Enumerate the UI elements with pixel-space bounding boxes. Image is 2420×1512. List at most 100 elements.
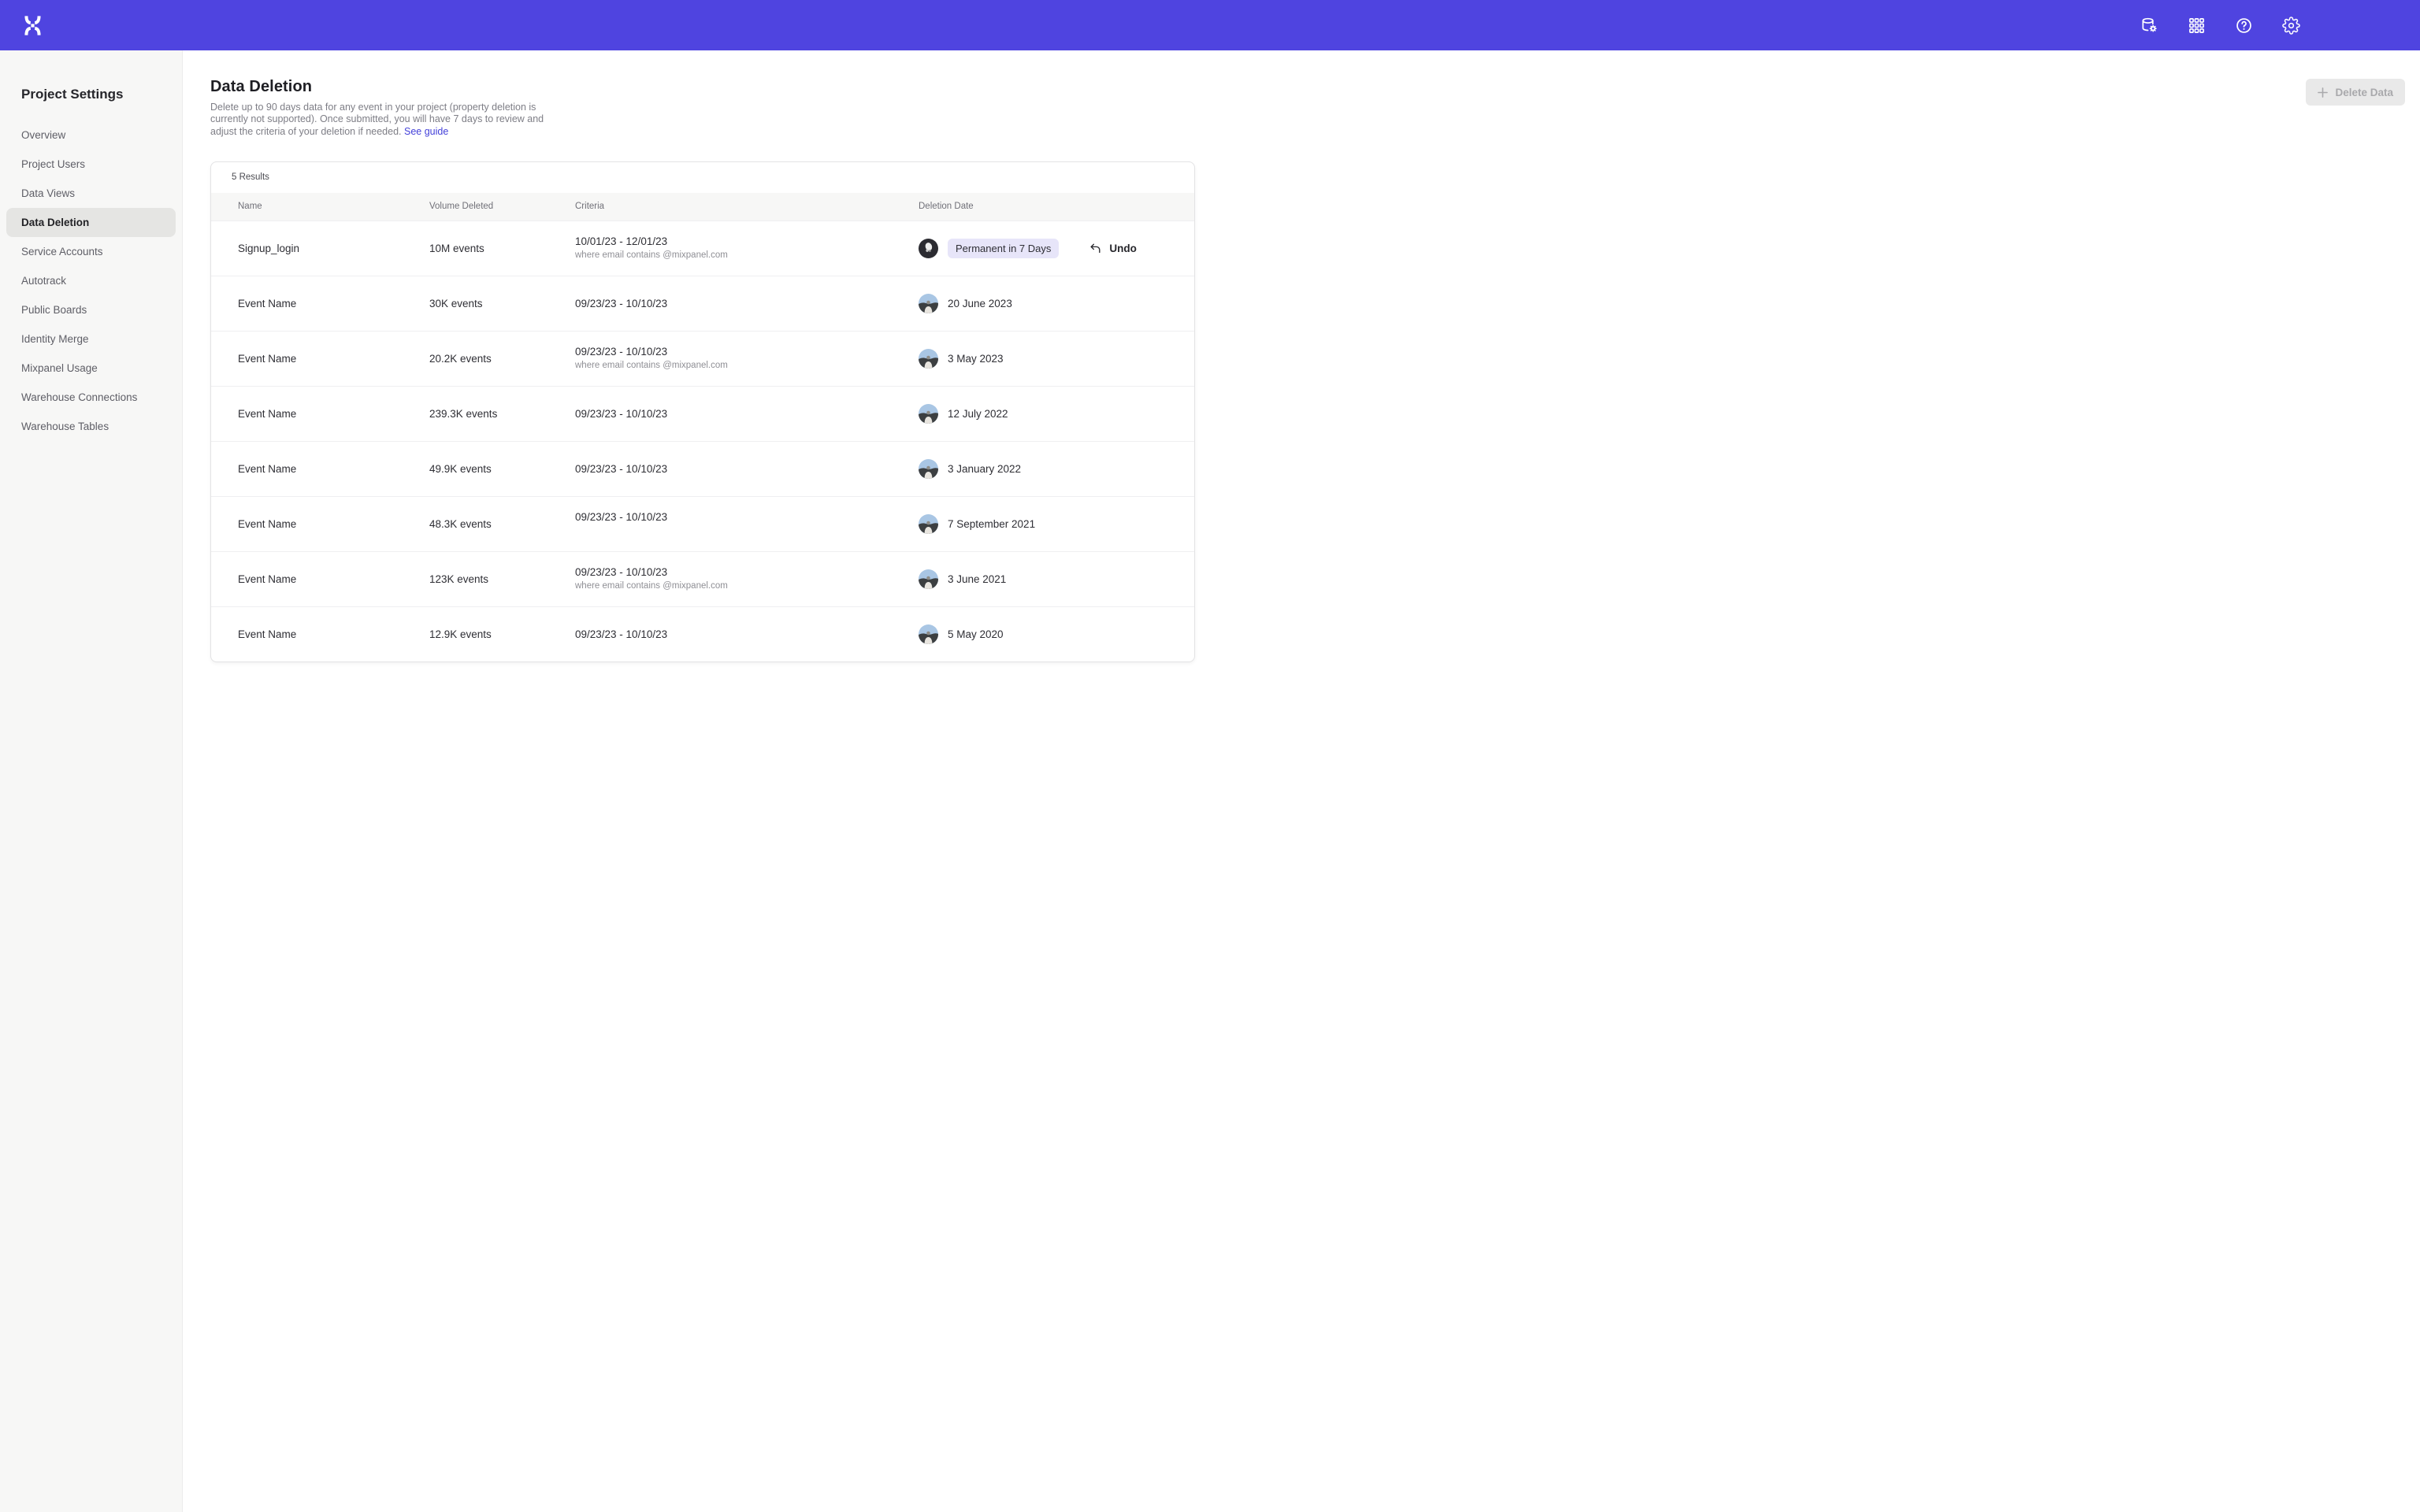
row-deletion-date: 3 May 2023 bbox=[919, 349, 1194, 369]
user-avatar bbox=[919, 624, 938, 644]
page-title: Data Deletion bbox=[210, 78, 2405, 96]
criteria-filter: where email contains @mixpanel.com bbox=[575, 250, 919, 261]
row-name: Event Name bbox=[238, 573, 429, 585]
sidebar-heading: Project Settings bbox=[21, 87, 182, 102]
criteria-date-range: 09/23/23 - 10/10/23 bbox=[575, 628, 919, 640]
row-volume: 49.9K events bbox=[429, 463, 575, 475]
criteria-date-range: 09/23/23 - 10/10/23 bbox=[575, 298, 919, 309]
row-deletion-date: 5 May 2020 bbox=[919, 624, 1194, 644]
settings-icon[interactable] bbox=[2282, 17, 2300, 35]
row-name: Event Name bbox=[238, 463, 429, 475]
data-management-icon[interactable] bbox=[2140, 17, 2158, 35]
delete-data-button[interactable]: Delete Data bbox=[2306, 79, 2405, 106]
deletion-date-text: 3 May 2023 bbox=[948, 353, 1004, 365]
deletion-date-text: 5 May 2020 bbox=[948, 628, 1004, 640]
deletion-date-text: 3 January 2022 bbox=[948, 463, 1021, 475]
main-content: Data Deletion Delete up to 90 days data … bbox=[183, 50, 2420, 1512]
column-header-criteria: Criteria bbox=[575, 202, 919, 211]
table-row: Event Name20.2K events09/23/23 - 10/10/2… bbox=[211, 331, 1194, 386]
deletion-date-text: 7 September 2021 bbox=[948, 518, 1035, 530]
table-row: Event Name30K events09/23/23 - 10/10/23 … bbox=[211, 276, 1194, 331]
row-name: Event Name bbox=[238, 408, 429, 420]
table-row: Signup_login10M events10/01/23 - 12/01/2… bbox=[211, 220, 1194, 276]
criteria-date-range: 10/01/23 - 12/01/23 bbox=[575, 235, 919, 247]
row-deletion-date: 12 July 2022 bbox=[919, 404, 1194, 424]
user-avatar bbox=[919, 459, 938, 479]
sidebar-item-identity-merge[interactable]: Identity Merge bbox=[6, 324, 176, 354]
project-settings-sidebar: Project Settings OverviewProject UsersDa… bbox=[0, 50, 183, 1512]
user-avatar bbox=[919, 514, 938, 534]
pending-deletion-badge: Permanent in 7 Days bbox=[948, 239, 1059, 258]
row-name: Event Name bbox=[238, 628, 429, 640]
topbar bbox=[0, 0, 2420, 50]
sidebar-nav: OverviewProject UsersData ViewsData Dele… bbox=[0, 120, 182, 441]
sidebar-item-project-users[interactable]: Project Users bbox=[6, 150, 176, 179]
help-icon[interactable] bbox=[2235, 17, 2253, 35]
table-row: Event Name12.9K events09/23/23 - 10/10/2… bbox=[211, 606, 1194, 662]
page-header: Data Deletion Delete up to 90 days data … bbox=[183, 50, 2420, 138]
table-row: Event Name123K events09/23/23 - 10/10/23… bbox=[211, 551, 1194, 606]
row-name: Event Name bbox=[238, 298, 429, 309]
sidebar-item-data-deletion[interactable]: Data Deletion bbox=[6, 208, 176, 237]
topbar-icon-group bbox=[2140, 0, 2300, 50]
sidebar-item-mixpanel-usage[interactable]: Mixpanel Usage bbox=[6, 354, 176, 383]
criteria-date-range: 09/23/23 - 10/10/23 bbox=[575, 463, 919, 475]
row-volume: 12.9K events bbox=[429, 628, 575, 640]
sidebar-item-service-accounts[interactable]: Service Accounts bbox=[6, 237, 176, 266]
deletions-table-card: 5 Results NameVolume DeletedCriteriaDele… bbox=[210, 161, 1195, 662]
sidebar-item-warehouse-connections[interactable]: Warehouse Connections bbox=[6, 383, 176, 412]
row-volume: 10M events bbox=[429, 243, 575, 254]
deletion-date-text: 20 June 2023 bbox=[948, 298, 1012, 309]
page-description-text: Delete up to 90 days data for any event … bbox=[210, 102, 544, 137]
table-row: Event Name49.9K events09/23/23 - 10/10/2… bbox=[211, 441, 1194, 496]
table-body: Signup_login10M events10/01/23 - 12/01/2… bbox=[211, 220, 1194, 662]
criteria-date-range: 09/23/23 - 10/10/23 bbox=[575, 566, 919, 578]
row-criteria: 10/01/23 - 12/01/23 where email contains … bbox=[575, 235, 919, 261]
row-criteria: 09/23/23 - 10/10/23 bbox=[575, 408, 919, 420]
user-avatar bbox=[919, 569, 938, 589]
sidebar-item-public-boards[interactable]: Public Boards bbox=[6, 295, 176, 324]
sidebar-item-overview[interactable]: Overview bbox=[6, 120, 176, 150]
row-volume: 123K events bbox=[429, 573, 575, 585]
user-avatar bbox=[919, 239, 938, 258]
row-criteria: 09/23/23 - 10/10/23 where email contains … bbox=[575, 566, 919, 592]
delete-data-label: Delete Data bbox=[2335, 87, 2393, 98]
row-criteria: 09/23/23 - 10/10/23where email contains … bbox=[575, 346, 919, 372]
criteria-date-range: 09/23/23 - 10/10/23 bbox=[575, 511, 919, 523]
deletion-date-text: 12 July 2022 bbox=[948, 408, 1008, 420]
row-deletion-date: 3 January 2022 bbox=[919, 459, 1194, 479]
results-count: 5 Results bbox=[211, 162, 1194, 193]
column-header-name: Name bbox=[238, 202, 429, 211]
row-volume: 20.2K events bbox=[429, 353, 575, 365]
sidebar-item-autotrack[interactable]: Autotrack bbox=[6, 266, 176, 295]
row-criteria: 09/23/23 - 10/10/23 bbox=[575, 628, 919, 640]
column-header-deletion-date: Deletion Date bbox=[919, 202, 1194, 211]
user-avatar bbox=[919, 294, 938, 313]
criteria-date-range: 09/23/23 - 10/10/23 bbox=[575, 346, 919, 358]
sidebar-item-warehouse-tables[interactable]: Warehouse Tables bbox=[6, 412, 176, 441]
row-deletion-date: 7 September 2021 bbox=[919, 514, 1194, 534]
mixpanel-logo[interactable] bbox=[21, 14, 44, 37]
row-name: Event Name bbox=[238, 353, 429, 365]
criteria-filter: where email contains @mixpanel.com bbox=[575, 581, 919, 592]
page-description: Delete up to 90 days data for any event … bbox=[210, 102, 562, 138]
row-volume: 30K events bbox=[429, 298, 575, 309]
sidebar-item-data-views[interactable]: Data Views bbox=[6, 179, 176, 208]
see-guide-link[interactable]: See guide bbox=[404, 126, 448, 137]
table-row: Event Name48.3K events09/23/23 - 10/10/2… bbox=[211, 496, 1194, 551]
user-avatar bbox=[919, 349, 938, 369]
plus-icon bbox=[2318, 87, 2328, 98]
row-name: Event Name bbox=[238, 518, 429, 530]
user-avatar bbox=[919, 404, 938, 424]
row-volume: 48.3K events bbox=[429, 518, 575, 530]
deletion-date-text: 3 June 2021 bbox=[948, 573, 1006, 585]
row-deletion-date: Permanent in 7 Days Undo bbox=[919, 239, 1194, 258]
row-volume: 239.3K events bbox=[429, 408, 575, 420]
apps-grid-icon[interactable] bbox=[2188, 17, 2206, 35]
row-criteria: 09/23/23 - 10/10/23 bbox=[575, 463, 919, 475]
row-name: Signup_login bbox=[238, 243, 429, 254]
criteria-filter bbox=[575, 526, 919, 537]
undo-label: Undo bbox=[1109, 243, 1137, 254]
undo-button[interactable]: Undo bbox=[1089, 242, 1137, 255]
row-criteria: 09/23/23 - 10/10/23 bbox=[575, 511, 919, 537]
